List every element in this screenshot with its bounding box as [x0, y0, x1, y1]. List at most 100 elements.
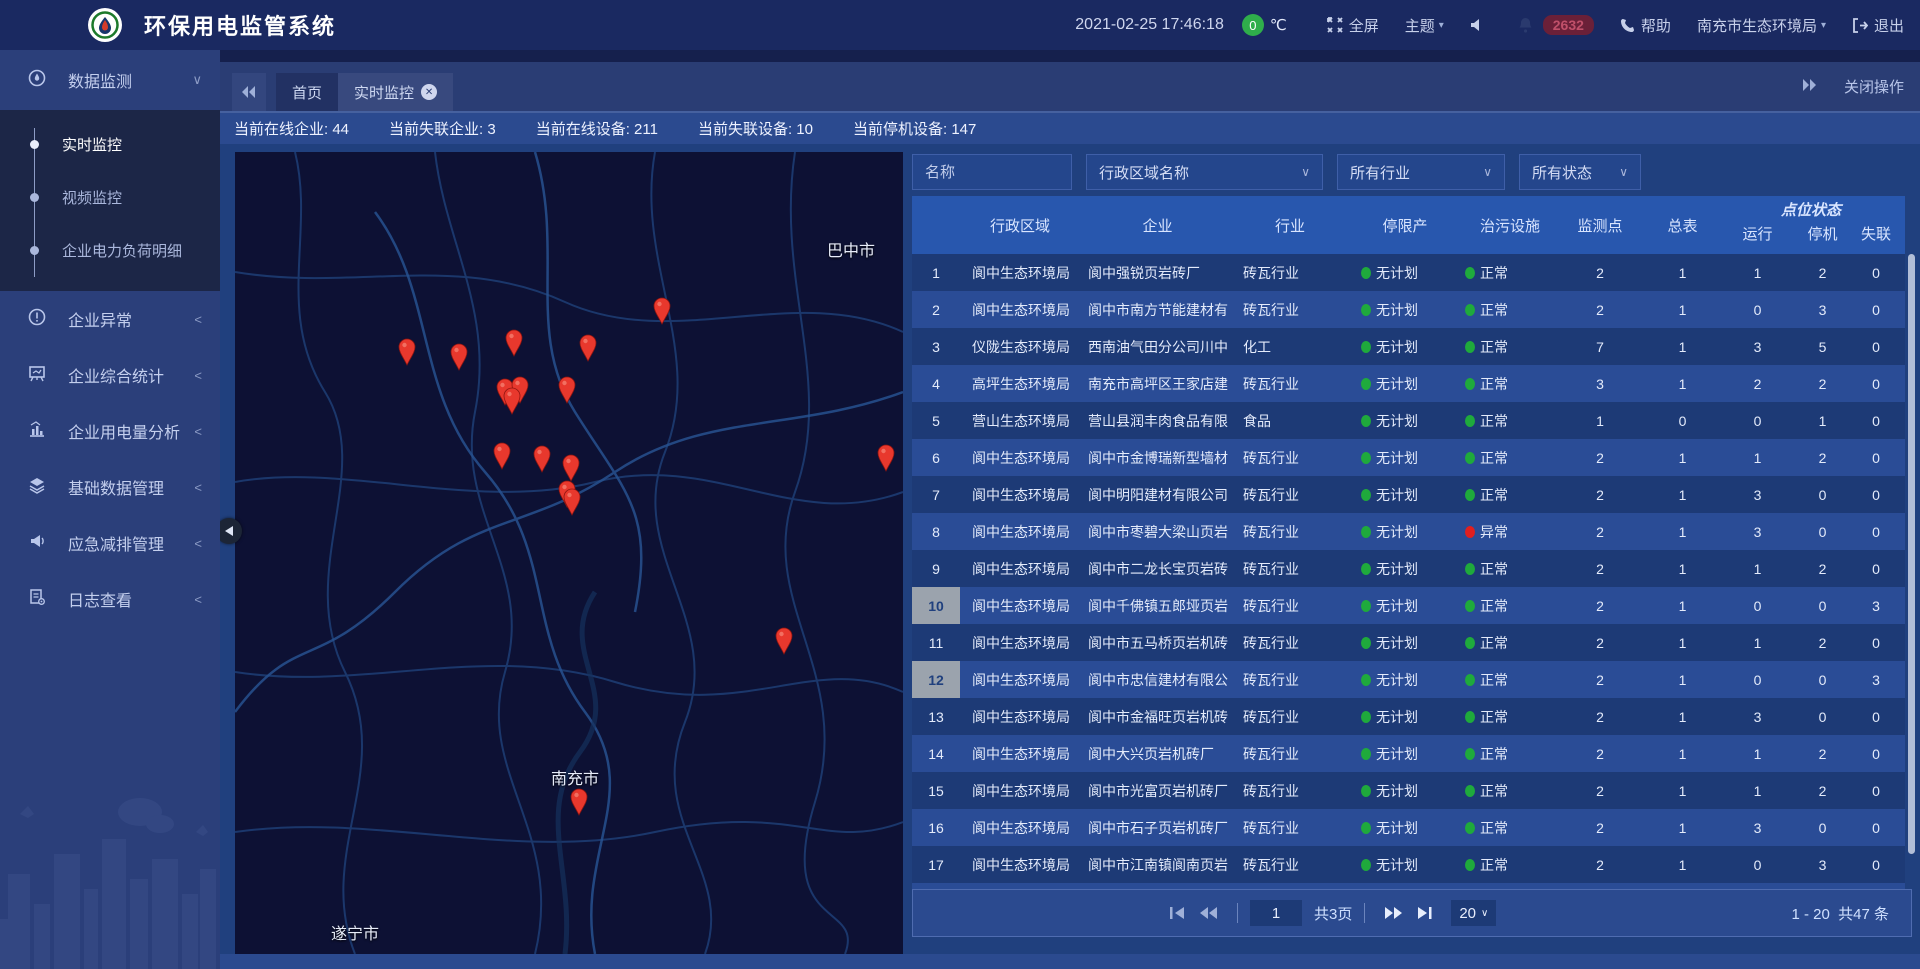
- region-filter-select[interactable]: 行政区域名称 ∨: [1086, 154, 1323, 190]
- table-row[interactable]: 11阆中生态环境局阆中市五马桥页岩机砖砖瓦行业无计划正常21120: [912, 624, 1905, 661]
- sidebar-group-企业异常[interactable]: 企业异常<: [0, 291, 220, 347]
- help-button[interactable]: 帮助: [1620, 15, 1671, 36]
- map-pin[interactable]: [532, 445, 552, 473]
- cell-monitor-count: 2: [1555, 524, 1645, 540]
- logout-button[interactable]: 退出: [1852, 15, 1904, 36]
- map-pin[interactable]: [652, 297, 672, 325]
- cell-stop-count: 0: [1795, 598, 1850, 614]
- map-pin[interactable]: [449, 343, 469, 371]
- cell-facility-status: 正常: [1465, 707, 1555, 727]
- cell-limit-status: 无计划: [1345, 670, 1465, 690]
- alert-circle-icon: [28, 308, 46, 331]
- map-pin[interactable]: [561, 454, 581, 482]
- map-pin[interactable]: [578, 334, 598, 362]
- cell-facility-status: 异常: [1465, 522, 1555, 542]
- sidebar-group-应急减排管理[interactable]: 应急减排管理<: [0, 515, 220, 571]
- page-number-input[interactable]: 1: [1250, 900, 1302, 926]
- map-pin[interactable]: [557, 376, 577, 404]
- cell-limit-status: 无计划: [1345, 744, 1465, 764]
- app-logo: [88, 8, 122, 42]
- table-row[interactable]: 8阆中生态环境局阆中市枣碧大梁山页岩砖瓦行业无计划异常21300: [912, 513, 1905, 550]
- map-pin[interactable]: [569, 788, 589, 816]
- sidebar-item-实时监控[interactable]: 实时监控: [0, 118, 220, 171]
- map-pin[interactable]: [504, 329, 524, 357]
- cell-lost-count: 0: [1850, 376, 1902, 392]
- table-row[interactable]: 16阆中生态环境局阆中市石子页岩机砖厂砖瓦行业无计划正常21300: [912, 809, 1905, 846]
- cell-monitor-count: 2: [1555, 302, 1645, 318]
- first-page-button[interactable]: [1170, 907, 1186, 919]
- col-facility: 治污设施: [1465, 196, 1555, 254]
- notifications[interactable]: 2632: [1518, 15, 1594, 35]
- stat-item: 当前在线设备: 211: [536, 118, 658, 139]
- tab-close-icon[interactable]: ✕: [421, 84, 437, 100]
- table-row[interactable]: 10阆中生态环境局阆中千佛镇五郎垭页岩砖瓦行业无计划正常21003: [912, 587, 1905, 624]
- map-pin[interactable]: [876, 444, 896, 472]
- next-page-button[interactable]: [1384, 907, 1402, 919]
- cell-facility-status: 正常: [1465, 633, 1555, 653]
- sidebar-group-数据监测[interactable]: 数据监测∨: [0, 50, 220, 110]
- org-dropdown[interactable]: 南充市生态环境局 ▾: [1697, 15, 1826, 36]
- prev-page-button[interactable]: [1200, 907, 1218, 919]
- table-row[interactable]: 15阆中生态环境局阆中市光富页岩机砖厂砖瓦行业无计划正常21120: [912, 772, 1905, 809]
- cell-region: 阆中生态环境局: [960, 818, 1080, 838]
- table-row[interactable]: 7阆中生态环境局阆中明阳建材有限公司砖瓦行业无计划正常21300: [912, 476, 1905, 513]
- cell-monitor-count: 2: [1555, 746, 1645, 762]
- row-index: 16: [912, 809, 960, 846]
- row-index: 8: [912, 513, 960, 550]
- cell-region: 阆中生态环境局: [960, 781, 1080, 801]
- sidebar-item-label: 视频监控: [62, 187, 122, 208]
- last-page-button[interactable]: [1416, 907, 1432, 919]
- industry-filter-select[interactable]: 所有行业 ∨: [1337, 154, 1505, 190]
- status-dot-green-icon: [1361, 600, 1371, 612]
- cell-facility-status: 正常: [1465, 263, 1555, 283]
- table-row[interactable]: 12阆中生态环境局阆中市忠信建材有限公砖瓦行业无计划正常21003: [912, 661, 1905, 698]
- map-panel[interactable]: 巴中市南充市遂宁市: [235, 152, 903, 954]
- map-pin[interactable]: [502, 387, 522, 415]
- tabs-scroll-right-button[interactable]: [1802, 78, 1816, 96]
- table-row[interactable]: 2阆中生态环境局阆中市南方节能建材有砖瓦行业无计划正常21030: [912, 291, 1905, 328]
- table-row[interactable]: 17阆中生态环境局阆中市江南镇阆南页岩砖瓦行业无计划正常21030: [912, 846, 1905, 883]
- map-pin[interactable]: [397, 338, 417, 366]
- table-row[interactable]: 4高坪生态环境局南充市高坪区王家店建砖瓦行业无计划正常31220: [912, 365, 1905, 402]
- mute-button[interactable]: [1470, 18, 1492, 32]
- page-size-select[interactable]: 20 ∨: [1451, 900, 1496, 926]
- table-row[interactable]: 5营山生态环境局营山县润丰肉食品有限食品无计划正常10010: [912, 402, 1905, 439]
- table-row[interactable]: 14阆中生态环境局阆中大兴页岩机砖厂砖瓦行业无计划正常21120: [912, 735, 1905, 772]
- cell-industry: 砖瓦行业: [1235, 596, 1345, 616]
- cell-facility-status: 正常: [1465, 596, 1555, 616]
- sidebar-group-日志查看[interactable]: 日志查看<: [0, 571, 220, 627]
- sidebar-group-企业用电量分析[interactable]: 企业用电量分析<: [0, 403, 220, 459]
- sidebar-group-基础数据管理[interactable]: 基础数据管理<: [0, 459, 220, 515]
- map-pin[interactable]: [774, 627, 794, 655]
- status-filter-select[interactable]: 所有状态 ∨: [1519, 154, 1641, 190]
- fullscreen-label: 全屏: [1349, 15, 1379, 36]
- name-filter-input[interactable]: [925, 164, 1059, 181]
- table-row[interactable]: 6阆中生态环境局阆中市金博瑞新型墙材砖瓦行业无计划正常21120: [912, 439, 1905, 476]
- fullscreen-button[interactable]: 全屏: [1327, 15, 1379, 36]
- table-scrollbar[interactable]: [1908, 254, 1915, 854]
- tab-realtime-monitor[interactable]: 实时监控 ✕: [338, 73, 453, 111]
- map-pin[interactable]: [492, 442, 512, 470]
- cell-facility-status: 正常: [1465, 300, 1555, 320]
- cell-meter-count: 1: [1645, 561, 1720, 577]
- tab-home[interactable]: 首页: [276, 73, 338, 111]
- cell-company: 阆中市二龙长宝页岩砖: [1080, 559, 1235, 579]
- theme-dropdown[interactable]: 主题 ▾: [1405, 15, 1444, 36]
- map-city-label: 南充市: [551, 765, 599, 789]
- tabs-scroll-left-button[interactable]: [232, 73, 266, 111]
- table-row[interactable]: 13阆中生态环境局阆中市金福旺页岩机砖砖瓦行业无计划正常21300: [912, 698, 1905, 735]
- map-pin[interactable]: [562, 488, 582, 516]
- datetime: 2021-02-25 17:46:18: [1075, 16, 1224, 34]
- name-filter[interactable]: [912, 154, 1072, 190]
- cell-meter-count: 1: [1645, 339, 1720, 355]
- cell-monitor-count: 2: [1555, 598, 1645, 614]
- table-row[interactable]: 1阆中生态环境局阆中强锐页岩砖厂砖瓦行业无计划正常21120: [912, 254, 1905, 291]
- sidebar-item-企业电力负荷明细[interactable]: 企业电力负荷明细: [0, 224, 220, 277]
- table-row[interactable]: 9阆中生态环境局阆中市二龙长宝页岩砖砖瓦行业无计划正常21120: [912, 550, 1905, 587]
- close-operations-button[interactable]: 关闭操作: [1844, 76, 1904, 97]
- table-row[interactable]: 3仪陇生态环境局西南油气田分公司川中化工无计划正常71350: [912, 328, 1905, 365]
- sidebar-group-企业综合统计[interactable]: 企业综合统计<: [0, 347, 220, 403]
- last-page-icon: [1416, 907, 1432, 919]
- first-page-icon: [1170, 907, 1186, 919]
- sidebar-item-视频监控[interactable]: 视频监控: [0, 171, 220, 224]
